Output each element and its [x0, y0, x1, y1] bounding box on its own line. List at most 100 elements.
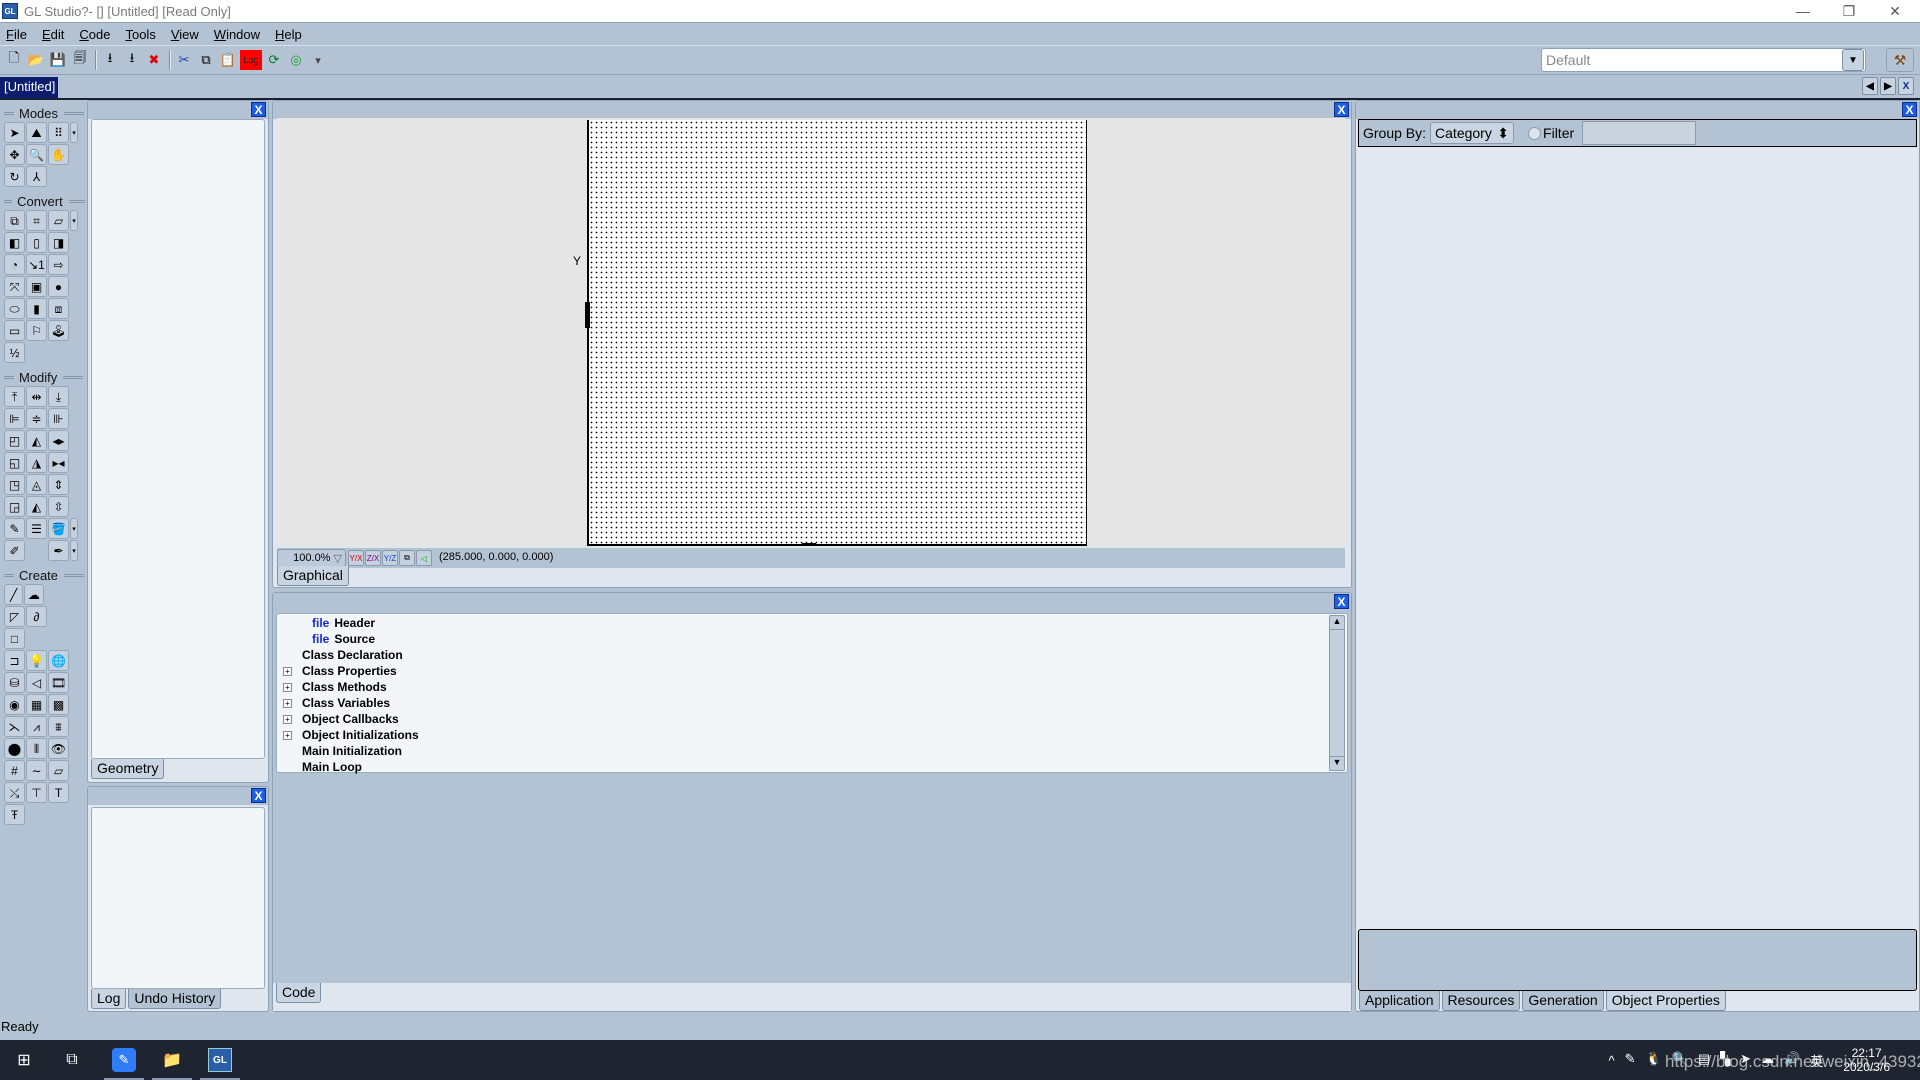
- previous-tab-icon[interactable]: ◀: [1862, 77, 1878, 95]
- modes-tool-1-1-icon[interactable]: 🔍: [26, 144, 47, 165]
- tab-log[interactable]: Log: [91, 989, 127, 1009]
- tray-icon[interactable]: 🐧: [1646, 1051, 1662, 1070]
- modify-tool-2-1-icon[interactable]: ◭: [26, 430, 47, 451]
- modify-tool-6-1-icon[interactable]: ☰: [26, 518, 47, 539]
- convert-tool-4-1-icon[interactable]: ▮: [26, 298, 47, 319]
- tray-icon[interactable]: ✎: [1625, 1051, 1636, 1070]
- code-tree-item[interactable]: + Object Callbacks: [277, 711, 1347, 727]
- canvas-page[interactable]: [587, 120, 1087, 546]
- taskbar-app-explorer[interactable]: 📁: [148, 1040, 196, 1080]
- menu-file[interactable]: File: [6, 27, 27, 42]
- import-icon[interactable]: ⭳: [100, 50, 120, 70]
- tab-code[interactable]: Code: [276, 983, 322, 1003]
- modify-tool-0-2-icon[interactable]: ⤓: [48, 386, 69, 407]
- save-all-icon[interactable]: 🗐: [70, 50, 90, 70]
- tab-geometry[interactable]: Geometry: [91, 759, 165, 779]
- convert-tool-1-1-icon[interactable]: ▯: [26, 232, 47, 253]
- taskbar-app-note[interactable]: ✎: [100, 1040, 148, 1080]
- modify-tool-4-2-icon[interactable]: ⇕: [48, 474, 69, 495]
- create-tool-5-2-icon[interactable]: ▩: [48, 694, 69, 715]
- menu-help[interactable]: Help: [275, 27, 302, 42]
- group-by-select[interactable]: Category ⬍: [1430, 122, 1515, 144]
- code-tree-item[interactable]: Main Initialization: [277, 743, 1347, 759]
- tab-undo-history[interactable]: Undo History: [128, 989, 222, 1009]
- paste-icon[interactable]: 📋: [218, 50, 238, 70]
- tab-application[interactable]: Application: [1359, 991, 1440, 1011]
- code-scrollbar[interactable]: ▲ ▼: [1329, 615, 1345, 771]
- modes-tool-0-0-icon[interactable]: ➤: [4, 122, 25, 143]
- menu-code[interactable]: Code: [79, 27, 110, 42]
- convert-tool-4-0-icon[interactable]: ⬭: [4, 298, 25, 319]
- close-panel-icon[interactable]: X: [251, 102, 266, 117]
- create-tool-2-0-icon[interactable]: □: [4, 628, 25, 649]
- create-tool-9-2-icon[interactable]: T: [48, 782, 69, 803]
- convert-tool-4-2-icon[interactable]: ⧈: [48, 298, 69, 319]
- close-panel-icon[interactable]: X: [1902, 102, 1917, 117]
- tab-generation[interactable]: Generation: [1522, 991, 1604, 1011]
- scroll-down-icon[interactable]: ▼: [1330, 756, 1344, 770]
- modify-tool-1-1-icon[interactable]: ≑: [26, 408, 47, 429]
- create-tool-7-0-icon[interactable]: ⬤: [4, 738, 25, 759]
- modify-tool-0-1-icon[interactable]: ⇹: [26, 386, 47, 407]
- close-panel-icon[interactable]: X: [1334, 594, 1349, 609]
- document-tab-untitled[interactable]: [Untitled]: [0, 77, 58, 98]
- layout-select[interactable]: Default: [1541, 48, 1866, 72]
- convert-tool-2-0-icon[interactable]: ◔: [4, 254, 25, 275]
- convert-tool-0-1-icon[interactable]: ⌗: [26, 210, 47, 231]
- tab-resources[interactable]: Resources: [1441, 991, 1521, 1011]
- modify-tool-4-0-icon[interactable]: ◳: [4, 474, 25, 495]
- expand-icon[interactable]: +: [283, 666, 292, 676]
- close-button[interactable]: ✕: [1872, 0, 1918, 22]
- convert-tool-2-1-icon[interactable]: ↘1: [26, 254, 47, 275]
- modes-tool-2-1-icon[interactable]: ⅄: [26, 166, 47, 187]
- refresh-icon[interactable]: ⟳: [264, 50, 284, 70]
- convert-tool-1-0-icon[interactable]: ◧: [4, 232, 25, 253]
- convert-tool-3-2-icon[interactable]: ●: [48, 276, 69, 297]
- code-tree-item[interactable]: + Class Variables: [277, 695, 1347, 711]
- close-panel-icon[interactable]: X: [251, 788, 266, 803]
- code-tree-item[interactable]: + Class Properties: [277, 663, 1347, 679]
- modes-tool-2-0-icon[interactable]: ↻: [4, 166, 25, 187]
- convert-tool-3-0-icon[interactable]: ⤧: [4, 276, 25, 297]
- close-document-icon[interactable]: ✖: [144, 50, 164, 70]
- tool-flyout-icon[interactable]: ▾: [70, 540, 78, 561]
- convert-tool-5-0-icon[interactable]: ▭: [4, 320, 25, 341]
- filter-input[interactable]: [1582, 121, 1697, 145]
- properties-list[interactable]: [1358, 148, 1917, 928]
- copy-icon[interactable]: ⧉: [196, 50, 216, 70]
- menu-window[interactable]: Window: [214, 27, 260, 42]
- create-tool-3-1-icon[interactable]: 💡: [26, 650, 47, 671]
- maximize-button[interactable]: ❐: [1826, 0, 1872, 22]
- expand-icon[interactable]: +: [283, 698, 292, 708]
- modify-tool-5-0-icon[interactable]: ◲: [4, 496, 25, 517]
- zoom-select[interactable]: 100.0% ▽: [277, 549, 346, 567]
- modify-tool-1-2-icon[interactable]: ⊪: [48, 408, 69, 429]
- new-file-icon[interactable]: 🗋: [4, 50, 24, 70]
- create-tool-3-0-icon[interactable]: ⊐: [4, 650, 25, 671]
- convert-tool-3-1-icon[interactable]: ▣: [26, 276, 47, 297]
- convert-tool-6-0-icon[interactable]: ½: [4, 342, 25, 363]
- modify-tool-5-2-icon[interactable]: ⇳: [48, 496, 69, 517]
- code-tree-item[interactable]: + Class Methods: [277, 679, 1347, 695]
- export-icon[interactable]: ⭳: [122, 50, 142, 70]
- filter-checkbox[interactable]: [1528, 126, 1542, 140]
- convert-tool-5-2-icon[interactable]: 🕹: [48, 320, 69, 341]
- create-tool-1-0-icon[interactable]: ◸: [4, 606, 25, 627]
- camera-eye-icon[interactable]: ◁: [416, 550, 432, 566]
- cut-icon[interactable]: ✂: [174, 50, 194, 70]
- tab-graphical[interactable]: Graphical: [277, 566, 349, 586]
- modify-tool-3-2-icon[interactable]: ▸◂: [48, 452, 69, 473]
- create-tool-5-1-icon[interactable]: ▦: [26, 694, 47, 715]
- modify-tool-7-2-icon[interactable]: ✒: [48, 540, 69, 561]
- code-tree-item[interactable]: Main Loop: [277, 759, 1347, 775]
- create-tool-6-1-icon[interactable]: ⩘: [26, 716, 47, 737]
- next-tab-icon[interactable]: ▶: [1880, 77, 1896, 95]
- modify-tool-0-0-icon[interactable]: ⤒: [4, 386, 25, 407]
- create-tool-8-2-icon[interactable]: ▱: [48, 760, 69, 781]
- layout-dropdown-icon[interactable]: ▼: [1842, 49, 1864, 71]
- code-tree-item[interactable]: + Object Initializations: [277, 727, 1347, 743]
- create-tool-8-1-icon[interactable]: ∼: [26, 760, 47, 781]
- view-zx-icon[interactable]: Z/X: [365, 550, 381, 566]
- modify-tool-6-2-icon[interactable]: 🪣: [48, 518, 69, 539]
- open-folder-icon[interactable]: 📂: [26, 50, 46, 70]
